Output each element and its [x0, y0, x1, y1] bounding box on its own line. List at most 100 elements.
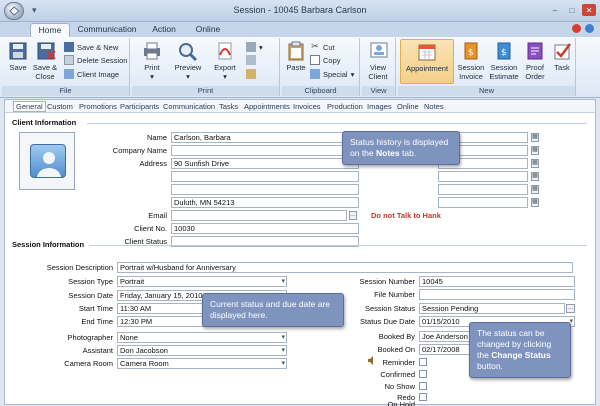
booked-by-label: Booked By	[378, 332, 415, 341]
help-icon[interactable]	[585, 24, 594, 33]
address-line2-field[interactable]	[171, 171, 359, 182]
address-label: Address	[139, 159, 167, 168]
export-button[interactable]: Export ▾	[210, 41, 240, 81]
svg-text:$: $	[468, 48, 474, 58]
booked-on-label: Booked On	[377, 345, 415, 354]
save-close-button[interactable]: Save & Close	[32, 41, 60, 81]
phone-3-button[interactable]: ▦	[531, 159, 539, 168]
task-label: Task	[554, 63, 570, 72]
invoice-icon: $	[464, 42, 478, 60]
subtab-invoices[interactable]: Invoices	[293, 102, 321, 111]
proof-order-button[interactable]: Proof Order	[522, 41, 548, 81]
company-label: Company Name	[112, 146, 167, 155]
phone-4-button[interactable]: ▦	[531, 172, 539, 181]
subtab-communication[interactable]: Communication	[163, 102, 215, 111]
phone-2-button[interactable]: ▦	[531, 146, 539, 155]
close-button[interactable]: ✕	[582, 4, 596, 16]
client-image-button[interactable]: Client Image	[64, 69, 119, 79]
city-state-zip-field[interactable]: Duluth, MN 54213	[171, 197, 359, 208]
tab-online[interactable]: Online	[188, 23, 228, 37]
task-button[interactable]: Task	[550, 41, 574, 72]
print-email-button[interactable]	[246, 69, 256, 79]
camera-room-select[interactable]: Camera Room	[117, 358, 287, 369]
file-group-label: File	[2, 86, 129, 96]
redo-checkbox[interactable]	[419, 393, 427, 401]
minimize-button[interactable]: –	[548, 4, 562, 16]
view-client-button[interactable]: View Client	[364, 41, 394, 81]
paste-button[interactable]: Paste	[284, 41, 308, 72]
company-field[interactable]	[171, 145, 359, 156]
session-invoice-button[interactable]: $ Session Invoice	[456, 41, 486, 81]
special-button[interactable]: Special ▾	[310, 69, 354, 79]
subtab-general[interactable]: General	[13, 101, 46, 112]
photographer-label: Photographer	[67, 333, 113, 342]
copy-button[interactable]: Copy	[310, 55, 341, 65]
client-name-field[interactable]: Carlson, Barbara	[171, 132, 359, 143]
subtab-images[interactable]: Images	[367, 102, 392, 111]
session-type-label: Session Type	[68, 277, 113, 286]
client-no-field[interactable]: 10030	[171, 223, 359, 234]
svg-text:$: $	[501, 48, 507, 58]
subtab-production[interactable]: Production	[327, 102, 363, 111]
file-number-field[interactable]	[419, 289, 575, 300]
phone-6-button[interactable]: ▦	[531, 198, 539, 207]
email-send-button[interactable]: …	[349, 211, 357, 220]
save-new-button[interactable]: Save & New	[64, 42, 118, 52]
subtab-promotions[interactable]: Promotions	[79, 102, 117, 111]
window-title: Session - 10045 Barbara Carlson	[233, 5, 367, 15]
delete-session-button[interactable]: Delete Session	[64, 55, 127, 65]
client-photo[interactable]	[19, 132, 75, 190]
copy-label: Copy	[323, 55, 341, 65]
photographer-select[interactable]: None	[117, 332, 287, 343]
subtab-tasks[interactable]: Tasks	[219, 102, 238, 111]
print-settings-button[interactable]	[246, 55, 256, 65]
print-options-button[interactable]: ▾	[246, 42, 263, 52]
delete-session-label: Delete Session	[77, 55, 128, 65]
proof-order-label: Proof Order	[525, 63, 545, 81]
cut-button[interactable]: ✂ Cut	[310, 42, 334, 52]
subtab-online[interactable]: Online	[397, 102, 419, 111]
task-check-icon	[554, 43, 571, 60]
address-line3-field[interactable]	[171, 184, 359, 195]
session-description-field[interactable]: Portrait w/Husband for Anniversary	[117, 262, 573, 273]
phone-1-button[interactable]: ▦	[531, 133, 539, 142]
maximize-button[interactable]: □	[565, 4, 579, 16]
save-new-icon	[64, 42, 74, 52]
paste-label: Paste	[286, 63, 306, 72]
subtab-notes[interactable]: Notes	[424, 102, 444, 111]
session-number-field[interactable]: 10045	[419, 276, 575, 287]
print-group: Print ▾ Preview ▾ Export ▾ ▾ Print	[132, 38, 280, 96]
address-line1-field[interactable]: 90 Sunfish Drive	[171, 158, 359, 169]
session-type-select[interactable]: Portrait	[117, 276, 287, 287]
tab-home[interactable]: Home	[30, 23, 70, 37]
appointment-button[interactable]: Appointment	[400, 39, 454, 84]
assistant-select[interactable]: Don Jacobson	[117, 345, 287, 356]
reminder-checkbox[interactable]	[419, 358, 427, 366]
save-button[interactable]: Save	[6, 41, 30, 72]
special-paste-icon	[310, 69, 320, 79]
export-dropdown-icon: ▾	[223, 72, 227, 81]
phone-field-6[interactable]	[438, 197, 528, 208]
subtab-participants[interactable]: Participants	[120, 102, 159, 111]
phone-field-4[interactable]	[438, 171, 528, 182]
settings-icon	[246, 55, 256, 65]
session-sub-tabs: General Custom Promotions Participants C…	[5, 100, 595, 113]
preview-button[interactable]: Preview ▾	[172, 41, 204, 81]
session-invoice-label: Session Invoice	[457, 63, 485, 81]
tab-communication[interactable]: Communication	[74, 23, 140, 37]
tab-action[interactable]: Action	[144, 23, 184, 37]
subtab-custom[interactable]: Custom	[47, 102, 73, 111]
alert-icon[interactable]	[572, 24, 581, 33]
view-group-label: View	[362, 86, 395, 96]
proof-order-icon	[527, 42, 543, 60]
session-estimate-button[interactable]: $ Session Estimate	[488, 41, 520, 81]
email-field[interactable]	[171, 210, 347, 221]
subtab-appointments[interactable]: Appointments	[244, 102, 290, 111]
phone-5-button[interactable]: ▦	[531, 185, 539, 194]
phone-field-5[interactable]	[438, 184, 528, 195]
status-callout: Current status and due date are displaye…	[202, 293, 344, 327]
print-button[interactable]: Print ▾	[138, 41, 166, 81]
change-status-button[interactable]: ...	[566, 304, 575, 313]
confirmed-checkbox[interactable]	[419, 370, 427, 378]
no-show-checkbox[interactable]	[419, 382, 427, 390]
